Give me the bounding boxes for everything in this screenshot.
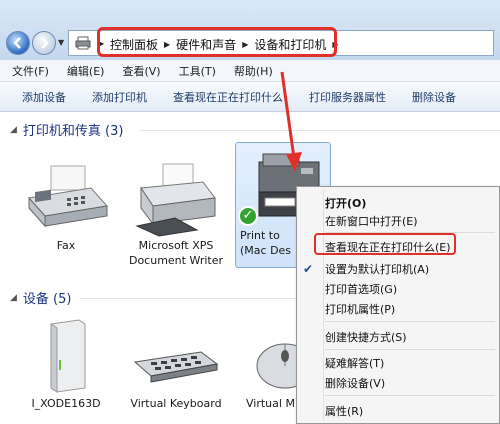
device-label: Print to (Mac Des — [240, 229, 292, 257]
collapse-triangle-icon[interactable]: ◢ — [10, 125, 17, 135]
device-label: Microsoft XPS Document Writer — [128, 239, 224, 267]
printers-group-title: 打印机和传真 (3) — [22, 124, 124, 139]
device-fax[interactable]: Fax — [18, 158, 114, 253]
device-label: Fax — [56, 239, 76, 252]
device-label: Virtual Keyboard — [130, 397, 222, 410]
ctx-troubleshoot[interactable]: 疑难解答(T) — [325, 355, 384, 371]
ctx-set-default[interactable]: 设置为默认打印机(A) — [325, 261, 429, 277]
external-drive-icon — [50, 319, 86, 393]
printer-folder-icon — [72, 33, 94, 53]
devices-group-title: 设备 (5) — [22, 292, 72, 307]
group-divider — [80, 298, 296, 299]
device-label: I_XODE163D — [31, 397, 101, 410]
devices-group-header[interactable]: ◢ 设备 (5) — [10, 288, 71, 307]
keyboard-icon — [133, 351, 219, 383]
ctx-open-new-window[interactable]: 在新窗口中打开(E) — [325, 213, 418, 229]
recent-pages-dropdown[interactable]: ▼ — [58, 38, 64, 47]
menu-help[interactable]: 帮助(H) — [234, 63, 273, 79]
ctx-printing-preferences[interactable]: 打印首选项(G) — [325, 281, 397, 297]
menu-item-highlight-box — [314, 233, 456, 255]
ctx-open[interactable]: 打开(O) — [325, 195, 366, 211]
context-menu: 打开(O) 在新窗口中打开(E) 查看现在正在打印什么(E) 设置为默认打印机(… — [296, 186, 500, 424]
device-virtual-keyboard[interactable]: Virtual Keyboard — [128, 316, 224, 424]
ctx-printer-properties[interactable]: 打印机属性(P) — [325, 301, 395, 317]
forward-arrow-icon — [41, 37, 49, 49]
command-toolbar: 添加设备 添加打印机 查看现在正在打印什么 打印服务器属性 删除设备 — [0, 82, 500, 112]
add-device-button[interactable]: 添加设备 — [22, 89, 66, 105]
address-row: ▼ ▶ 控制面板 ▶ 硬件和声音 ▶ 设备和打印机 ▶ — [0, 0, 500, 60]
menu-view[interactable]: 查看(V) — [122, 63, 160, 79]
menu-tools[interactable]: 工具(T) — [179, 63, 216, 79]
group-divider — [140, 130, 500, 131]
forward-button[interactable] — [32, 31, 56, 55]
menu-separator — [325, 321, 495, 322]
menu-bar: 文件(F) 编辑(E) 查看(V) 工具(T) 帮助(H) — [0, 60, 500, 82]
fax-icon — [28, 165, 108, 228]
menu-file[interactable]: 文件(F) — [12, 63, 49, 79]
see-whats-printing-button[interactable]: 查看现在正在打印什么 — [173, 89, 283, 105]
back-arrow-icon — [13, 37, 21, 49]
menu-gutter — [323, 189, 324, 421]
printer-icon — [135, 163, 216, 237]
ctx-create-shortcut[interactable]: 创建快捷方式(S) — [325, 329, 407, 345]
device-xode[interactable]: I_XODE163D — [18, 316, 114, 411]
menu-separator — [325, 395, 495, 396]
menu-edit[interactable]: 编辑(E) — [67, 63, 105, 79]
back-button[interactable] — [6, 31, 30, 55]
default-printer-check-icon: ✓ — [238, 206, 258, 226]
printers-group-header[interactable]: ◢ 打印机和传真 (3) — [10, 120, 123, 139]
remove-device-button[interactable]: 删除设备 — [412, 89, 456, 105]
breadcrumb-highlight-box — [97, 27, 337, 57]
checkmark-icon: ✔ — [303, 262, 314, 276]
collapse-triangle-icon[interactable]: ◢ — [10, 293, 17, 303]
ctx-remove-device[interactable]: 删除设备(V) — [325, 375, 385, 391]
add-printer-button[interactable]: 添加打印机 — [92, 89, 147, 105]
menu-separator — [325, 349, 495, 350]
ctx-properties[interactable]: 属性(R) — [325, 403, 363, 419]
device-xps-writer[interactable]: Microsoft XPS Document Writer — [128, 158, 224, 268]
print-server-properties-button[interactable]: 打印服务器属性 — [309, 89, 386, 105]
